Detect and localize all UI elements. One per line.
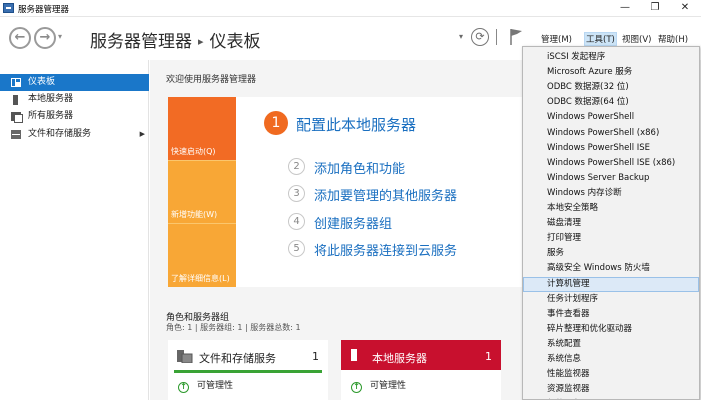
expand-arrow-icon[interactable]: ▶ [140, 126, 145, 143]
tools-menu-item[interactable]: 任务计划程序 [523, 292, 699, 307]
tools-menu-item[interactable]: ODBC 数据源(32 位) [523, 80, 699, 95]
menu-help[interactable]: 帮助(H) [658, 33, 688, 45]
create-server-group-link[interactable]: 创建服务器组 [314, 213, 392, 232]
welcome-heading: 欢迎使用服务器管理器 [166, 75, 257, 85]
status-bar [174, 370, 322, 373]
tools-menu-item[interactable]: 打印管理 [523, 231, 699, 246]
tile-count: 1 [312, 350, 319, 363]
tools-menu-item[interactable]: Microsoft Azure 服务 [523, 65, 699, 80]
forward-button[interactable]: → [34, 27, 56, 49]
sidebar: 仪表板 本地服务器 所有服务器 文件和存储服务 ▶ [0, 60, 149, 400]
tools-menu-item[interactable]: 碎片整理和优化驱动器 [523, 322, 699, 337]
connect-cloud-link[interactable]: 将此服务器连接到云服务 [314, 240, 457, 259]
separator [496, 29, 497, 45]
manageability-row[interactable]: ↑ 可管理性 [351, 378, 406, 393]
servers-icon [11, 112, 23, 123]
tools-menu-item[interactable]: 事件查看器 [523, 307, 699, 322]
step-number: 2 [288, 158, 305, 175]
menu-manage[interactable]: 管理(M) [541, 33, 572, 45]
tools-menu-item[interactable]: 系统信息 [523, 352, 699, 367]
breadcrumb-separator-icon: ▸ [198, 35, 204, 48]
tools-menu-item[interactable]: 本地安全策略 [523, 201, 699, 216]
maximize-button[interactable]: ❐ [640, 0, 670, 16]
menu-view[interactable]: 视图(V) [622, 33, 651, 45]
tools-menu-item[interactable]: 性能监视器 [523, 367, 699, 382]
roles-section-summary: 角色: 1 | 服务器组: 1 | 服务器总数: 1 [166, 323, 301, 332]
title-bar: 服务器管理器 — ❐ ✕ [0, 0, 701, 17]
dashboard-icon [11, 78, 21, 87]
window-title: 服务器管理器 [18, 5, 70, 15]
sidebar-item-label: 所有服务器 [28, 111, 74, 121]
tab-learn-more[interactable]: 了解详细信息(L) [168, 223, 236, 287]
tab-learn-more-label: 了解详细信息(L) [171, 274, 230, 283]
sidebar-item-all-servers[interactable]: 所有服务器 [0, 108, 149, 125]
sidebar-item-file-storage[interactable]: 文件和存储服务 ▶ [0, 126, 149, 143]
refresh-dropdown-icon[interactable]: ▾ [459, 32, 463, 41]
add-servers-link[interactable]: 添加要管理的其他服务器 [314, 185, 457, 204]
tools-menu-item[interactable]: 磁盘清理 [523, 216, 699, 231]
sidebar-item-label: 仪表板 [28, 77, 56, 87]
tab-quickstart[interactable]: 快速启动(Q) [168, 97, 236, 160]
ok-status-icon: ↑ [351, 382, 362, 393]
sidebar-item-label: 本地服务器 [28, 94, 74, 104]
tools-menu-item[interactable]: 服务 [523, 246, 699, 261]
role-tile-local-server[interactable]: 本地服务器 1 ↑ 可管理性 [341, 340, 501, 400]
server-icon [351, 349, 357, 361]
tools-menu-item[interactable]: Windows PowerShell [523, 110, 699, 125]
manageability-row[interactable]: ↑ 可管理性 [178, 378, 233, 393]
tab-whats-new-label: 新增功能(W) [171, 210, 218, 219]
server-manager-icon [3, 3, 14, 13]
storage-icon [177, 350, 193, 363]
tools-menu-item[interactable]: 资源监视器 [523, 382, 699, 397]
step-number: 4 [288, 213, 305, 230]
tools-menu-item[interactable]: 系统配置 [523, 337, 699, 352]
back-button[interactable]: ← [9, 27, 31, 49]
row-label: 可管理性 [370, 381, 407, 391]
tools-menu-item[interactable]: Windows PowerShell ISE (x86) [523, 156, 699, 171]
tools-menu-item[interactable]: 高级安全 Windows 防火墙 [523, 261, 699, 276]
breadcrumb: 服务器管理器 ▸ 仪表板 [90, 27, 261, 52]
tools-menu-item[interactable]: iSCSI 发起程序 [523, 50, 699, 65]
tools-menu-dropdown: iSCSI 发起程序 Microsoft Azure 服务 ODBC 数据源(32 … [522, 46, 700, 400]
menu-tools[interactable]: 工具(T) [584, 32, 617, 46]
tile-title: 文件和存储服务 [199, 352, 276, 365]
storage-icon [11, 130, 21, 139]
row-label: 可管理性 [197, 381, 234, 391]
tab-whats-new[interactable]: 新增功能(W) [168, 160, 236, 223]
add-roles-link[interactable]: 添加角色和功能 [314, 158, 405, 177]
step-number: 3 [288, 185, 305, 202]
sidebar-item-local-server[interactable]: 本地服务器 [0, 91, 149, 108]
tools-menu-item[interactable]: Windows 内存诊断 [523, 186, 699, 201]
tools-menu-item[interactable]: Windows PowerShell (x86) [523, 126, 699, 141]
sidebar-item-label: 文件和存储服务 [28, 129, 92, 139]
tools-menu-item[interactable]: Windows PowerShell ISE [523, 141, 699, 156]
notifications-flag-icon[interactable] [509, 28, 523, 46]
configure-local-server-link[interactable]: 配置此本地服务器 [296, 114, 416, 135]
breadcrumb-app[interactable]: 服务器管理器 [90, 32, 192, 52]
tile-title: 本地服务器 [372, 352, 427, 365]
tab-quickstart-label: 快速启动(Q) [171, 147, 216, 156]
page-title: 仪表板 [209, 32, 261, 52]
sidebar-item-dashboard[interactable]: 仪表板 [0, 74, 149, 91]
nav-dropdown-icon[interactable]: ▾ [58, 32, 62, 41]
tools-menu-item[interactable]: 计算机管理 [523, 276, 699, 292]
tools-menu-item[interactable]: Windows Server Backup [523, 171, 699, 186]
tile-count: 1 [485, 350, 492, 363]
step-number: 5 [288, 240, 305, 257]
ok-status-icon: ↑ [178, 382, 189, 393]
close-button[interactable]: ✕ [670, 0, 700, 16]
step-number: 1 [264, 111, 288, 135]
refresh-icon[interactable]: ⟳ [471, 28, 489, 46]
tools-menu-item[interactable]: ODBC 数据源(64 位) [523, 95, 699, 110]
role-tile-file-storage[interactable]: 文件和存储服务 1 ↑ 可管理性 [168, 340, 328, 400]
minimize-button[interactable]: — [610, 0, 640, 16]
server-icon [13, 95, 18, 105]
